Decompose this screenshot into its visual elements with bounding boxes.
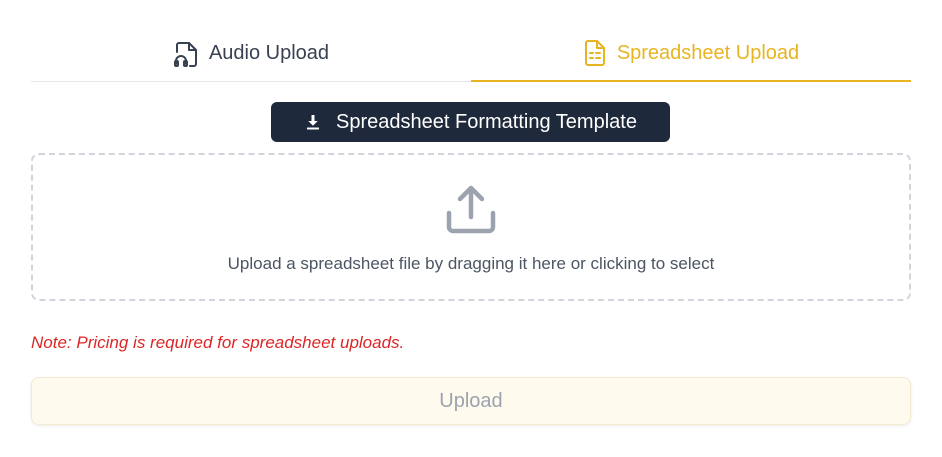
upload-type-tabs: Audio Upload Spreadsheet Upload	[31, 26, 911, 82]
file-dropzone[interactable]: Upload a spreadsheet file by dragging it…	[31, 153, 911, 301]
download-icon	[304, 113, 322, 131]
download-template-button[interactable]: Spreadsheet Formatting Template	[271, 102, 670, 142]
download-template-label: Spreadsheet Formatting Template	[336, 110, 637, 133]
tab-audio-upload-label: Audio Upload	[208, 42, 330, 64]
upload-icon	[444, 183, 498, 242]
pricing-note: Note: Pricing is required for spreadshee…	[31, 333, 405, 352]
upload-button[interactable]: Upload	[31, 377, 911, 425]
tab-spreadsheet-upload-label: Spreadsheet Upload	[616, 41, 800, 64]
tab-spreadsheet-upload[interactable]: Spreadsheet Upload	[471, 26, 911, 82]
spreadsheet-file-icon	[583, 39, 607, 67]
audio-file-icon	[173, 40, 199, 68]
dropzone-instructions: Upload a spreadsheet file by dragging it…	[227, 254, 715, 273]
tab-audio-upload[interactable]: Audio Upload	[31, 26, 471, 82]
